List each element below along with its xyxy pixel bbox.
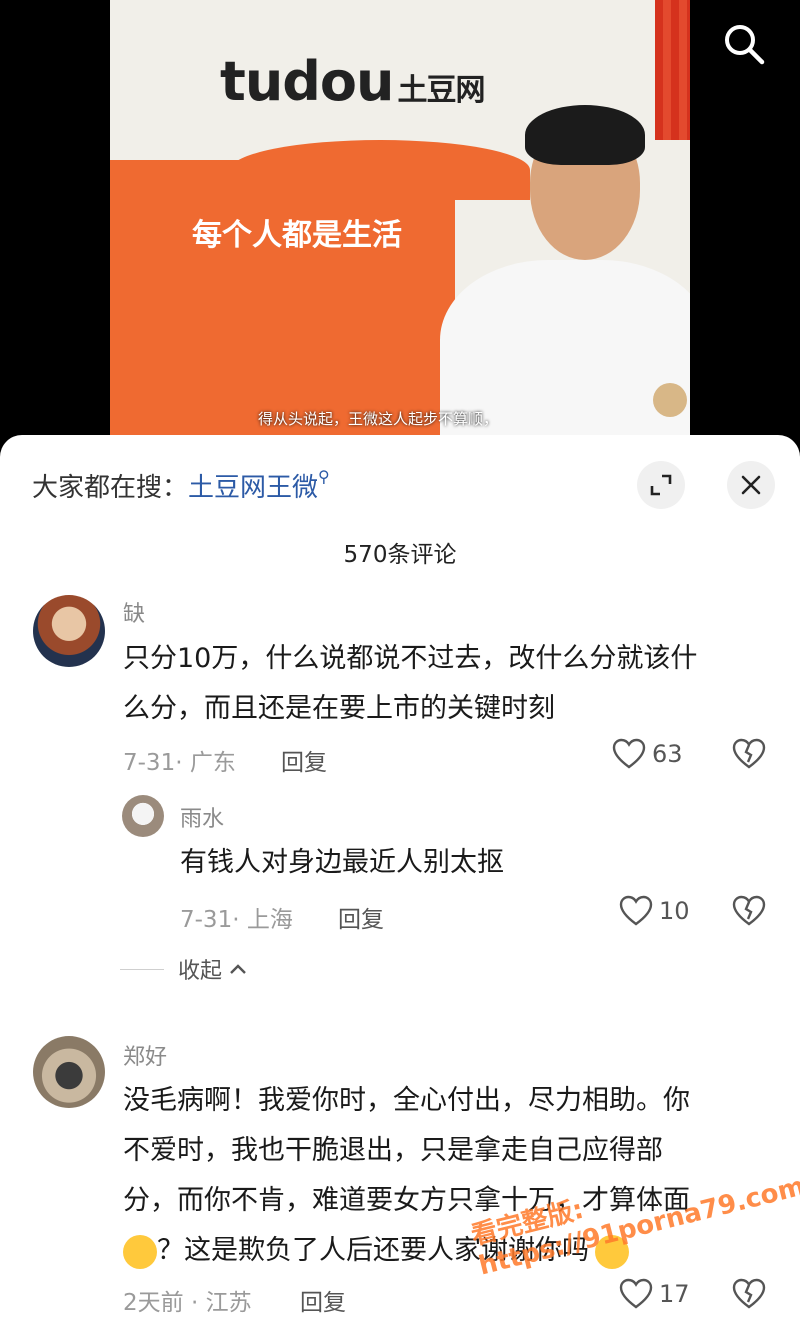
reply-button[interactable]: 回复: [281, 743, 327, 777]
reply-text: 有钱人对身边最近人别太抠: [180, 847, 504, 878]
like-count: 63: [652, 740, 683, 768]
comment-username[interactable]: 郑好: [123, 1039, 167, 1071]
heart-icon: [619, 895, 653, 926]
dislike-button[interactable]: [732, 1278, 766, 1314]
like-button[interactable]: 17: [619, 1278, 690, 1310]
like-count: 10: [659, 897, 690, 925]
comment-text: 只分10万，什么说都说不过去，改什么分就该什 么分，而且还是在要上市的关键时刻: [123, 643, 698, 724]
like-button[interactable]: 10: [619, 895, 690, 927]
broken-heart-icon: [732, 738, 766, 769]
reply-button[interactable]: 回复: [300, 1283, 346, 1317]
expand-icon: [650, 474, 672, 496]
like-count: 17: [659, 1280, 690, 1308]
chevron-up-icon: [230, 964, 246, 974]
avatar[interactable]: [122, 795, 164, 837]
comment-meta: 2天前 · 江苏: [123, 1290, 252, 1316]
reply-meta: 7-31· 上海: [180, 907, 293, 933]
divider-line: [120, 968, 164, 970]
video-player[interactable]: tudou 土豆网 每个人都是生活 得从头说起，王微这人起步不算顺，: [0, 0, 800, 450]
search-small-icon: ⚲: [318, 467, 330, 486]
dislike-button[interactable]: [732, 738, 766, 774]
heart-icon: [612, 738, 646, 769]
orange-backdrop: [110, 160, 455, 450]
avatar[interactable]: [33, 1036, 105, 1108]
heart-icon: [619, 1278, 653, 1309]
search-suggestion[interactable]: 大家都在搜：土豆网王微⚲: [32, 467, 330, 504]
video-frame: tudou 土豆网 每个人都是生活: [110, 0, 690, 450]
broken-heart-icon: [732, 1278, 766, 1309]
comment-meta: 7-31· 广东: [123, 750, 236, 776]
collapse-replies-button[interactable]: 收起: [120, 953, 248, 985]
comment-count: 570条评论: [343, 542, 457, 568]
avatar[interactable]: [33, 595, 105, 667]
suggestion-keyword[interactable]: 土豆网王微: [188, 473, 318, 503]
slogan-text: 每个人都是生活: [192, 218, 402, 253]
reply-button[interactable]: 回复: [338, 900, 384, 934]
reply-username[interactable]: 雨水: [180, 801, 224, 833]
emoji-icon: [123, 1234, 157, 1269]
search-icon[interactable]: [720, 20, 768, 68]
badge-icon: [653, 383, 687, 417]
expand-button[interactable]: [637, 461, 685, 509]
collapse-label: 收起: [178, 959, 223, 984]
like-button[interactable]: 63: [612, 738, 683, 770]
suggestion-prefix: 大家都在搜：: [32, 473, 189, 503]
close-icon: [741, 475, 761, 495]
close-button[interactable]: [727, 461, 775, 509]
video-subtitle: 得从头说起，王微这人起步不算顺，: [258, 410, 499, 428]
dislike-button[interactable]: [732, 895, 766, 931]
broken-heart-icon: [732, 895, 766, 926]
comment-username[interactable]: 缺: [123, 596, 145, 628]
